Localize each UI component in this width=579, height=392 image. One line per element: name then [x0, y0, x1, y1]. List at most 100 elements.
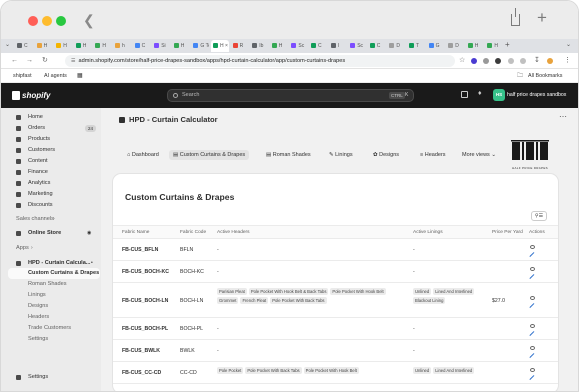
header-active-headers[interactable]: Active Headers	[217, 230, 250, 235]
sidebar-item-marketing[interactable]: Marketing	[1, 189, 101, 200]
sidebar-item-orders[interactable]: Orders 24	[1, 123, 101, 134]
edit-pencil-icon[interactable]	[529, 252, 535, 258]
browser-tab[interactable]: C	[15, 40, 33, 52]
sidebar-item-analytics[interactable]: Analytics	[1, 178, 101, 189]
header-fabric-name[interactable]: Fabric Name	[122, 230, 149, 235]
browser-tab[interactable]: Si	[152, 40, 170, 52]
nav-roman-shades[interactable]: ▤ Roman Shades	[262, 150, 315, 160]
sidebar-item-products[interactable]: Products	[1, 134, 101, 145]
browser-tab[interactable]: H	[35, 40, 53, 52]
browser-tab[interactable]: H	[270, 40, 288, 52]
browser-tab[interactable]: R	[231, 40, 249, 52]
forward-arrow-icon[interactable]: →	[26, 56, 33, 65]
store-name[interactable]: half price drapes sandbox	[507, 92, 566, 98]
browser-tab[interactable]: G Te	[191, 40, 209, 52]
view-eye-icon[interactable]	[530, 296, 535, 300]
bookmark-star-icon[interactable]: ☆	[459, 56, 465, 64]
sidebar-item-discounts[interactable]: Discounts	[1, 200, 101, 211]
browser-tab[interactable]: D	[446, 40, 464, 52]
extensions-puzzle-icon[interactable]	[508, 58, 514, 64]
view-eye-icon[interactable]	[530, 346, 535, 350]
edit-pencil-icon[interactable]	[529, 353, 535, 359]
browser-tab[interactable]: H	[93, 40, 111, 52]
header-fabric-code[interactable]: Fabric Code	[180, 230, 206, 235]
store-avatar[interactable]: HS	[493, 89, 505, 101]
back-chevron-icon[interactable]: ❮	[83, 12, 95, 29]
back-arrow-icon[interactable]: ←	[11, 56, 18, 65]
sales-channels-heading[interactable]: Sales channels ›	[1, 214, 101, 225]
reload-icon[interactable]: ↻	[42, 56, 48, 65]
table-row[interactable]: FB-CUS_BOCH-KC BOCH-KC - -	[113, 261, 558, 283]
browser-tab[interactable]: G	[427, 40, 445, 52]
view-eye-icon[interactable]	[530, 368, 535, 372]
browser-tab[interactable]: h	[113, 40, 131, 52]
sidebar-item-customers[interactable]: Customers	[1, 145, 101, 156]
shopify-logo[interactable]: shopify	[22, 91, 50, 100]
plus-icon[interactable]: +	[537, 9, 547, 26]
tab-list-chevron-icon[interactable]: ⌄	[5, 41, 10, 48]
nav-linings[interactable]: ✎ Linings	[325, 150, 357, 160]
header-price-per-yard[interactable]: Price Per Yard	[492, 230, 523, 235]
apps-heading[interactable]: Apps ›	[1, 243, 101, 254]
close-window-button[interactable]	[28, 16, 38, 26]
sidebar-item-content[interactable]: Content	[1, 156, 101, 167]
profile-avatar[interactable]	[547, 58, 553, 64]
store-icon[interactable]	[461, 91, 468, 98]
browser-tab[interactable]: I	[329, 40, 347, 52]
table-row[interactable]: FB-CUS_BFLN BFLN - -	[113, 239, 558, 261]
extension-icon[interactable]	[495, 58, 501, 64]
browser-tab[interactable]: C	[309, 40, 327, 52]
browser-tab[interactable]: H ×	[211, 40, 229, 52]
header-active-linings[interactable]: Active Linings	[413, 230, 443, 235]
browser-tab[interactable]: C	[133, 40, 151, 52]
browser-tab[interactable]: H	[485, 40, 503, 52]
browser-tab[interactable]: D	[387, 40, 405, 52]
browser-tab[interactable]: H	[74, 40, 92, 52]
new-tab-button[interactable]: +	[505, 40, 510, 49]
sidebar-item-settings[interactable]: Settings	[1, 372, 101, 383]
browser-tab[interactable]: C	[368, 40, 386, 52]
search-input[interactable]: Search CTRL K	[167, 89, 414, 102]
edit-pencil-icon[interactable]	[529, 331, 535, 337]
nav-custom-curtains[interactable]: ▤ Custom Curtains & Drapes	[169, 150, 250, 160]
table-row[interactable]: FB-CUS_BOCH-LN BOCH-LN Parisian Pleat Pole …	[113, 283, 558, 318]
url-field[interactable]: ☰ admin.shopify.com/store/half-price-drap…	[65, 55, 455, 67]
browser-tab[interactable]: Sc	[348, 40, 366, 52]
browser-tab[interactable]: H	[466, 40, 484, 52]
nav-headers[interactable]: ≡ Headers	[416, 150, 450, 160]
bookmark-ai-agents[interactable]: AI agents	[44, 69, 67, 83]
edit-pencil-icon[interactable]	[529, 375, 535, 381]
bookmark-shipfast[interactable]: shipfast	[13, 69, 32, 83]
zoom-window-button[interactable]	[56, 16, 66, 26]
sidebar-item-trade-customers[interactable]: Trade Customers	[1, 323, 101, 334]
sidebar-item-designs[interactable]: Designs	[1, 301, 101, 312]
sidebar-item-app-settings[interactable]: Settings	[1, 334, 101, 345]
view-eye-icon[interactable]	[530, 324, 535, 328]
browser-tab[interactable]: Ib	[250, 40, 268, 52]
edit-pencil-icon[interactable]	[529, 303, 535, 309]
nav-designs[interactable]: ✿ Designs	[369, 150, 403, 160]
browser-tab[interactable]: H	[172, 40, 190, 52]
extension-icon[interactable]	[471, 58, 477, 64]
sidebar-item-headers[interactable]: Headers	[1, 312, 101, 323]
download-icon[interactable]: ↧	[534, 56, 540, 64]
notification-bell-icon[interactable]: ♦	[478, 90, 482, 97]
nav-more-views[interactable]: More views ⌄	[458, 150, 500, 160]
sidebar-item-linings[interactable]: Linings	[1, 290, 101, 301]
sidebar-item-finance[interactable]: Finance	[1, 167, 101, 178]
table-row[interactable]: FB-CUS_BWLK BWLK - -	[113, 340, 558, 362]
share-icon[interactable]	[511, 8, 520, 26]
sidebar-item-custom-curtains[interactable]: Custom Curtains & Drapes	[8, 268, 100, 279]
edit-pencil-icon[interactable]	[529, 274, 535, 280]
browser-tab[interactable]: T	[407, 40, 425, 52]
view-eye-icon[interactable]	[530, 245, 535, 249]
all-bookmarks-link[interactable]: All Bookmarks	[528, 69, 562, 83]
minimize-window-button[interactable]	[42, 16, 52, 26]
eye-icon[interactable]: ◉	[87, 228, 91, 239]
view-eye-icon[interactable]	[530, 267, 535, 271]
tab-search-chevron-icon[interactable]: ⌄	[566, 41, 571, 48]
nav-dashboard[interactable]: ⌂ Dashboard	[123, 150, 163, 160]
search-filter-button[interactable]: ⚲☰	[531, 211, 547, 221]
table-row[interactable]: FB-CUS_CC-CD CC-CD Pole Pocket Pole Pocket …	[113, 362, 558, 384]
site-info-icon[interactable]: ☰	[71, 58, 75, 64]
